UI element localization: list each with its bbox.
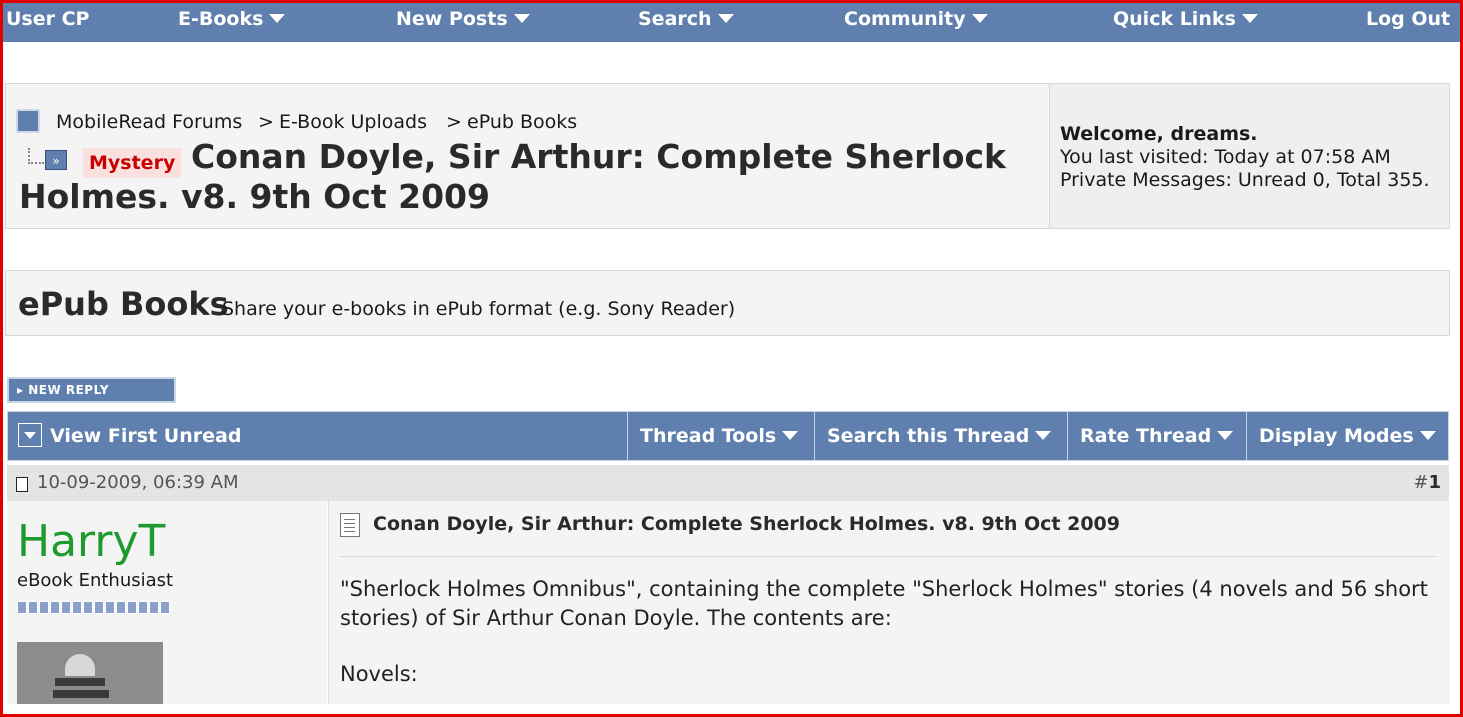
dropdown-arrow-icon [971, 14, 988, 23]
reputation-pip [72, 601, 82, 614]
view-first-unread-label: View First Unread [50, 425, 242, 447]
user-title: eBook Enthusiast [17, 570, 174, 591]
dropdown-arrow-icon [1419, 431, 1436, 440]
nav-search-label: Search [638, 8, 712, 30]
reputation-pip [61, 601, 71, 614]
post-status-icon [16, 477, 28, 492]
breadcrumb-mobileread-forums[interactable]: MobileRead Forums [56, 111, 242, 133]
reputation-pip [127, 601, 137, 614]
forum-description: Share your e-books in ePub format (e.g. … [222, 298, 736, 320]
avatar-band-shape [55, 678, 105, 686]
avatar[interactable] [17, 642, 163, 704]
nav-ebooks[interactable]: E-Books [178, 0, 286, 39]
reputation-pip [17, 601, 27, 614]
play-arrow-icon: ▸ [17, 383, 29, 397]
new-reply-button[interactable]: ▸ NEW REPLY [7, 377, 176, 403]
dropdown-arrow-icon [513, 14, 530, 23]
display-modes-label: Display Modes [1259, 425, 1414, 447]
thread-prefix-badge: Mystery [83, 148, 182, 178]
search-thread-label: Search this Thread [827, 425, 1030, 447]
breadcrumb-separator: > [258, 111, 274, 133]
reputation-pip [83, 601, 93, 614]
nav-new-posts[interactable]: New Posts [396, 0, 530, 39]
nav-ebooks-label: E-Books [178, 8, 264, 30]
display-modes-menu[interactable]: Display Modes [1246, 412, 1448, 460]
nav-quick-links[interactable]: Quick Links [1113, 0, 1258, 39]
username-link[interactable]: HarryT [17, 516, 165, 567]
view-first-unread-button[interactable]: View First Unread [8, 412, 627, 460]
breadcrumb-epub-books[interactable]: ePub Books [467, 111, 577, 133]
breadcrumb-ebook-uploads[interactable]: E-Book Uploads [279, 111, 427, 133]
collapse-toggle-icon[interactable] [18, 423, 42, 447]
last-visited-text: You last visited: Today at 07:58 AM [1060, 146, 1391, 168]
reputation-pip [39, 601, 49, 614]
nav-user-cp-label: User CP [6, 8, 90, 30]
dropdown-arrow-icon [1035, 431, 1052, 440]
nav-search[interactable]: Search [638, 0, 734, 39]
reputation-pip [149, 601, 159, 614]
thread-tools-label: Thread Tools [640, 425, 777, 447]
nav-log-out[interactable]: Log Out [1366, 0, 1450, 39]
post-divider [340, 556, 1437, 557]
reputation-pip [138, 601, 148, 614]
post-title: Conan Doyle, Sir Arthur: Complete Sherlo… [373, 513, 1120, 535]
nav-user-cp[interactable]: User CP [6, 0, 89, 39]
reputation-pip [50, 601, 60, 614]
new-reply-label: NEW REPLY [28, 383, 110, 397]
nav-new-posts-label: New Posts [396, 8, 508, 30]
post-number-prefix: # [1413, 472, 1429, 493]
dropdown-arrow-icon [1241, 14, 1258, 23]
post-document-icon [340, 513, 360, 537]
dropdown-arrow-icon [782, 431, 799, 440]
private-messages-link[interactable]: Private Messages: Unread 0, Total 355. [1060, 169, 1430, 191]
rate-thread-menu[interactable]: Rate Thread [1067, 412, 1246, 460]
post-number-link[interactable]: #1 [1413, 472, 1441, 493]
forum-title: ePub Books [18, 285, 229, 323]
post-date: 10-09-2009, 06:39 AM [37, 472, 239, 493]
search-thread-menu[interactable]: Search this Thread [814, 412, 1067, 460]
nav-quick-links-label: Quick Links [1113, 8, 1236, 30]
nav-community-label: Community [844, 8, 966, 30]
avatar-band-shape [53, 690, 109, 698]
thread-tools-menu[interactable]: Thread Tools [627, 412, 814, 460]
dropdown-arrow-icon [1217, 431, 1234, 440]
nav-log-out-label: Log Out [1366, 8, 1451, 30]
reputation-pip [160, 601, 170, 614]
rate-thread-label: Rate Thread [1080, 425, 1212, 447]
dropdown-arrow-icon [717, 14, 734, 23]
reputation-bar [17, 599, 171, 614]
nav-community[interactable]: Community [844, 0, 988, 39]
avatar-dome-shape [65, 654, 95, 676]
welcome-greeting: Welcome, dreams. [1060, 123, 1258, 145]
breadcrumb-separator: > [446, 111, 462, 133]
reputation-pip [28, 601, 38, 614]
novels-heading: Novels: [340, 662, 418, 686]
reputation-pip [94, 601, 104, 614]
post-body-text: "Sherlock Holmes Omnibus", containing th… [340, 577, 1428, 630]
reputation-pip [105, 601, 115, 614]
dropdown-arrow-icon [269, 14, 286, 23]
reputation-pip [116, 601, 126, 614]
post-number: 1 [1428, 472, 1441, 493]
forum-home-icon[interactable] [18, 111, 38, 131]
